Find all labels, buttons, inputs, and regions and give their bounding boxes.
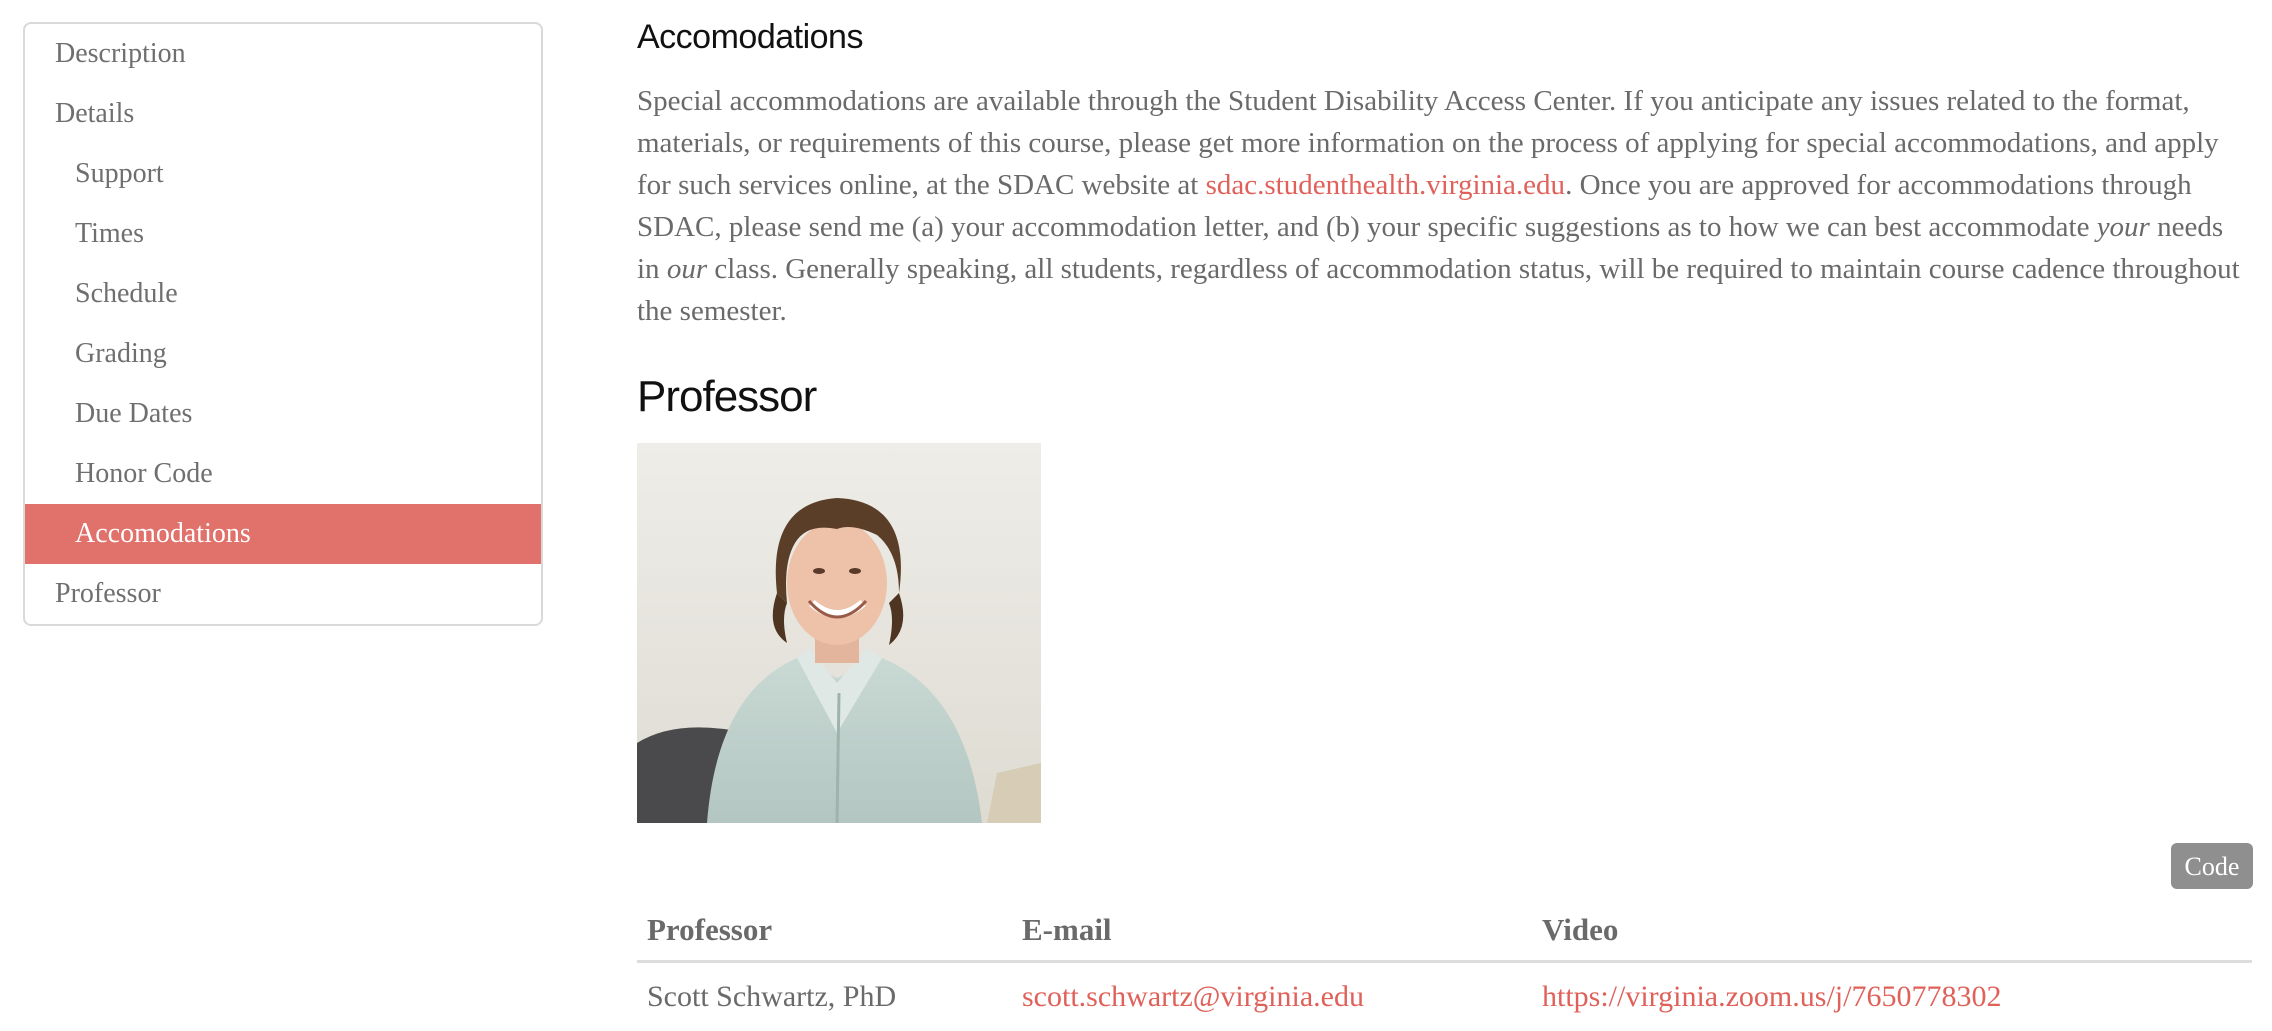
professor-name: Scott Schwartz, PhD (637, 962, 1012, 1031)
code-button[interactable]: Code (2171, 843, 2253, 889)
nav-item-schedule[interactable]: Schedule (25, 264, 541, 324)
professor-email-cell: scott.schwartz@virginia.edu (1012, 962, 1532, 1031)
accommodations-em-your: your (2097, 211, 2150, 243)
nav-item-honor-code[interactable]: Honor Code (25, 444, 541, 504)
professor-photo (637, 443, 1041, 823)
nav-item-due-dates[interactable]: Due Dates (25, 384, 541, 444)
nav-item-details[interactable]: Details (25, 84, 541, 144)
nav-item-description[interactable]: Description (25, 24, 541, 84)
table-header-row: Professor E-mail Video (637, 900, 2252, 962)
nav-item-times[interactable]: Times (25, 204, 541, 264)
sdac-link[interactable]: sdac.studenthealth.virginia.edu (1206, 169, 1565, 201)
professor-table: Professor E-mail Video Scott Schwartz, P… (637, 900, 2252, 1031)
column-header-professor: Professor (637, 900, 1012, 962)
column-header-email: E-mail (1012, 900, 1532, 962)
accommodations-em-our: our (667, 253, 707, 285)
nav-item-accomodations[interactable]: Accomodations (25, 504, 541, 564)
column-header-video: Video (1532, 900, 2252, 962)
nav-item-professor[interactable]: Professor (25, 564, 541, 624)
accommodations-text-4: class. Generally speaking, all students,… (637, 253, 2240, 327)
accommodations-paragraph: Special accommodations are available thr… (637, 80, 2249, 332)
nav-item-support[interactable]: Support (25, 144, 541, 204)
professor-heading: Professor (637, 372, 816, 422)
professor-video-cell: https://virginia.zoom.us/j/7650778302 (1532, 962, 2252, 1031)
professor-video-link[interactable]: https://virginia.zoom.us/j/7650778302 (1542, 980, 2001, 1013)
table-row: Scott Schwartz, PhD scott.schwartz@virgi… (637, 962, 2252, 1031)
nav-item-grading[interactable]: Grading (25, 324, 541, 384)
accommodations-heading: Accomodations (637, 18, 863, 57)
professor-photo-illustration (637, 443, 1041, 823)
sidebar-nav: Description Details Support Times Schedu… (23, 22, 543, 626)
professor-email-link[interactable]: scott.schwartz@virginia.edu (1022, 980, 1364, 1013)
